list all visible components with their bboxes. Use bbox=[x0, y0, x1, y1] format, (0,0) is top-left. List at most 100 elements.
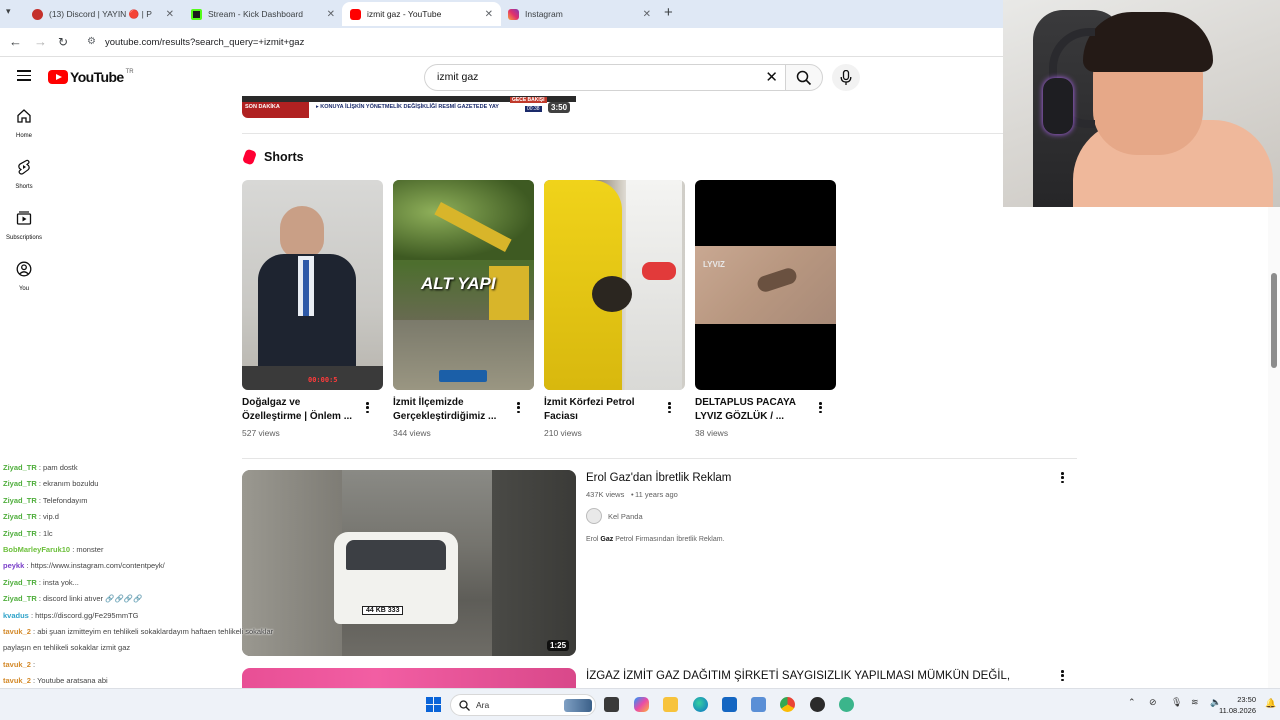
tab-close-icon[interactable]: ✕ bbox=[485, 9, 493, 20]
short-views: 344 views bbox=[393, 428, 431, 438]
chat-text: insta yok... bbox=[43, 577, 79, 587]
chat-username: tavuk_2 bbox=[3, 627, 31, 636]
video-thumbnail[interactable] bbox=[242, 668, 576, 688]
short-thumbnail[interactable]: ALT YAPI bbox=[393, 180, 534, 390]
chat-separator: : bbox=[28, 610, 36, 620]
reload-icon[interactable]: ↻ bbox=[58, 34, 68, 50]
tab-instagram[interactable]: Instagram ✕ bbox=[500, 2, 659, 26]
chrome-icon[interactable] bbox=[780, 697, 795, 712]
search-input[interactable]: izmit gaz bbox=[437, 71, 478, 83]
video-title[interactable]: Erol Gaz'dan İbretlik Reklam bbox=[586, 472, 731, 484]
short-thumbnail-caption: ALT YAPI bbox=[421, 274, 496, 293]
breaking-news-label: SON DAKİKA bbox=[245, 104, 280, 110]
microsoft-store-icon[interactable] bbox=[722, 697, 737, 712]
url-field[interactable]: youtube.com/results?search_query=+izmit+… bbox=[105, 37, 304, 48]
chat-username: Ziyad_TR bbox=[3, 463, 37, 472]
taskbar-search-box[interactable]: Ara bbox=[450, 694, 596, 716]
app-icon[interactable] bbox=[810, 697, 825, 712]
short-thumbnail-white-suit bbox=[626, 180, 682, 390]
short-thumbnail-red-glove bbox=[642, 262, 676, 280]
video-title[interactable]: İZGAZ İZMİT GAZ DAĞITIM ŞİRKETİ SAYGISIZ… bbox=[586, 670, 1010, 682]
sidebar-item-shorts[interactable]: Shorts bbox=[0, 159, 48, 190]
previous-video-thumbnail[interactable]: SON DAKİKA ▸ KONUYA İLİŞKİN YÖNETMELİK D… bbox=[242, 96, 576, 118]
tray-wifi-icon[interactable]: ≋ bbox=[1191, 697, 1199, 708]
chat-username: Ziyad_TR bbox=[3, 512, 37, 522]
chat-separator: : bbox=[30, 627, 38, 636]
search-button[interactable] bbox=[785, 64, 823, 91]
chat-message: kvadus : https://discord.gg/Fe295mmTG bbox=[3, 611, 139, 620]
country-code: TR bbox=[125, 69, 134, 75]
video-description-suffix: Petrol Firmasından İbretlik Reklam. bbox=[613, 536, 725, 543]
short-title[interactable]: İzmit Körfezi Petrol Faciası bbox=[544, 396, 664, 424]
video-result[interactable]: 44 KB 333 1:25 bbox=[242, 470, 576, 656]
video-more-options-icon[interactable] bbox=[1061, 670, 1065, 683]
short-title[interactable]: İzmit İlçemizde Gerçekleştirdiğimiz ... bbox=[393, 396, 513, 424]
tab-close-icon[interactable]: ✕ bbox=[643, 9, 651, 20]
short-card[interactable]: 00:00:5 Doğalgaz ve Özelleştirme | Önlem… bbox=[242, 180, 383, 438]
clear-search-icon[interactable]: ✕ bbox=[765, 68, 778, 86]
short-card[interactable]: LYVIZ DELTAPLUS PACAYA LYVIZ GÖZLÜK / ..… bbox=[695, 180, 836, 438]
channel-avatar[interactable] bbox=[586, 508, 602, 524]
short-thumbnail[interactable]: LYVIZ bbox=[695, 180, 836, 390]
page-scrollbar-thumb[interactable] bbox=[1271, 273, 1277, 368]
notifications-bell-icon[interactable]: 🔔 bbox=[1265, 698, 1276, 709]
short-more-options-icon[interactable] bbox=[366, 402, 370, 415]
tab-close-icon[interactable]: ✕ bbox=[327, 9, 335, 20]
short-thumbnail-oily-bird bbox=[592, 276, 632, 312]
video-thumbnail[interactable]: 44 KB 333 1:25 bbox=[242, 470, 576, 656]
chat-text: ekranım bozuldu bbox=[43, 479, 99, 489]
back-arrow-icon[interactable]: ← bbox=[9, 34, 22, 50]
youtube-logo[interactable]: YouTube TR bbox=[48, 69, 134, 85]
new-tab-plus-icon[interactable]: + bbox=[664, 5, 673, 21]
hamburger-menu-icon[interactable] bbox=[17, 70, 31, 81]
tray-mic-icon[interactable]: 🎙 bbox=[1171, 697, 1182, 708]
video-thumbnail-car-windshield bbox=[346, 540, 446, 570]
video-result[interactable] bbox=[242, 668, 576, 688]
sidebar-item-subscriptions[interactable]: Subscriptions bbox=[0, 210, 48, 241]
chat-text: monster bbox=[76, 545, 104, 554]
short-more-options-icon[interactable] bbox=[517, 402, 521, 415]
chat-text: vip.d bbox=[43, 512, 59, 522]
chat-separator: : bbox=[70, 545, 77, 554]
app-icon[interactable] bbox=[751, 697, 766, 712]
kick-favicon-icon bbox=[191, 8, 202, 20]
tab-search-chevron-icon[interactable]: ▾ bbox=[6, 6, 11, 17]
tab-kick-dashboard[interactable]: Stream - Kick Dashboard ✕ bbox=[183, 2, 343, 26]
short-more-options-icon[interactable] bbox=[668, 402, 672, 415]
forward-arrow-icon[interactable]: → bbox=[34, 34, 47, 50]
section-divider bbox=[242, 133, 1003, 134]
windows-start-icon[interactable] bbox=[426, 697, 441, 712]
taskbar-clock[interactable]: 23:50 11.08.2026 bbox=[1219, 694, 1256, 716]
instagram-favicon-icon bbox=[508, 8, 519, 20]
search-box[interactable]: izmit gaz ✕ bbox=[424, 64, 786, 91]
file-explorer-icon[interactable] bbox=[663, 697, 678, 712]
site-info-icon[interactable]: ⚙ bbox=[87, 36, 96, 47]
tab-close-icon[interactable]: ✕ bbox=[166, 9, 174, 20]
short-thumbnail[interactable]: 00:00:5 bbox=[242, 180, 383, 390]
short-title[interactable]: DELTAPLUS PACAYA LYVIZ GÖZLÜK / ... bbox=[695, 396, 815, 424]
video-more-options-icon[interactable] bbox=[1061, 472, 1065, 485]
short-thumbnail-brand: LYVIZ bbox=[703, 260, 725, 269]
chat-message: Ziyad_TR : vip.d bbox=[3, 512, 59, 521]
short-card[interactable]: ALT YAPI İzmit İlçemizde Gerçekleştirdiğ… bbox=[393, 180, 534, 438]
tab-discord[interactable]: (13) Discord | YAYIN 🔴 | P ✕ bbox=[24, 2, 182, 26]
app-icon[interactable] bbox=[839, 697, 854, 712]
tray-chevron-icon[interactable]: ⌃ bbox=[1128, 697, 1136, 708]
tray-network-icon[interactable]: ⊘ bbox=[1149, 697, 1157, 708]
copilot-icon[interactable] bbox=[634, 697, 649, 712]
tab-youtube[interactable]: izmit gaz - YouTube ✕ bbox=[342, 2, 501, 26]
chat-text: pam dostk bbox=[43, 463, 78, 472]
short-title[interactable]: Doğalgaz ve Özelleştirme | Önlem ... bbox=[242, 396, 362, 424]
short-more-options-icon[interactable] bbox=[819, 402, 823, 415]
you-icon bbox=[16, 261, 32, 277]
short-thumbnail-tie bbox=[303, 260, 309, 316]
edge-icon[interactable] bbox=[693, 697, 708, 712]
voice-search-button[interactable] bbox=[832, 64, 860, 91]
channel-name[interactable]: Kel Panda bbox=[608, 512, 643, 521]
sidebar-item-home[interactable]: Home bbox=[0, 108, 48, 139]
news-ticker-text: ▸ KONUYA İLİŞKİN YÖNETMELİK DEĞİŞİKLİĞİ … bbox=[316, 104, 499, 110]
sidebar-item-you[interactable]: You bbox=[0, 261, 48, 292]
short-card[interactable]: İzmit Körfezi Petrol Faciası 210 views bbox=[544, 180, 685, 438]
short-thumbnail[interactable] bbox=[544, 180, 685, 390]
task-view-icon[interactable] bbox=[604, 697, 619, 712]
